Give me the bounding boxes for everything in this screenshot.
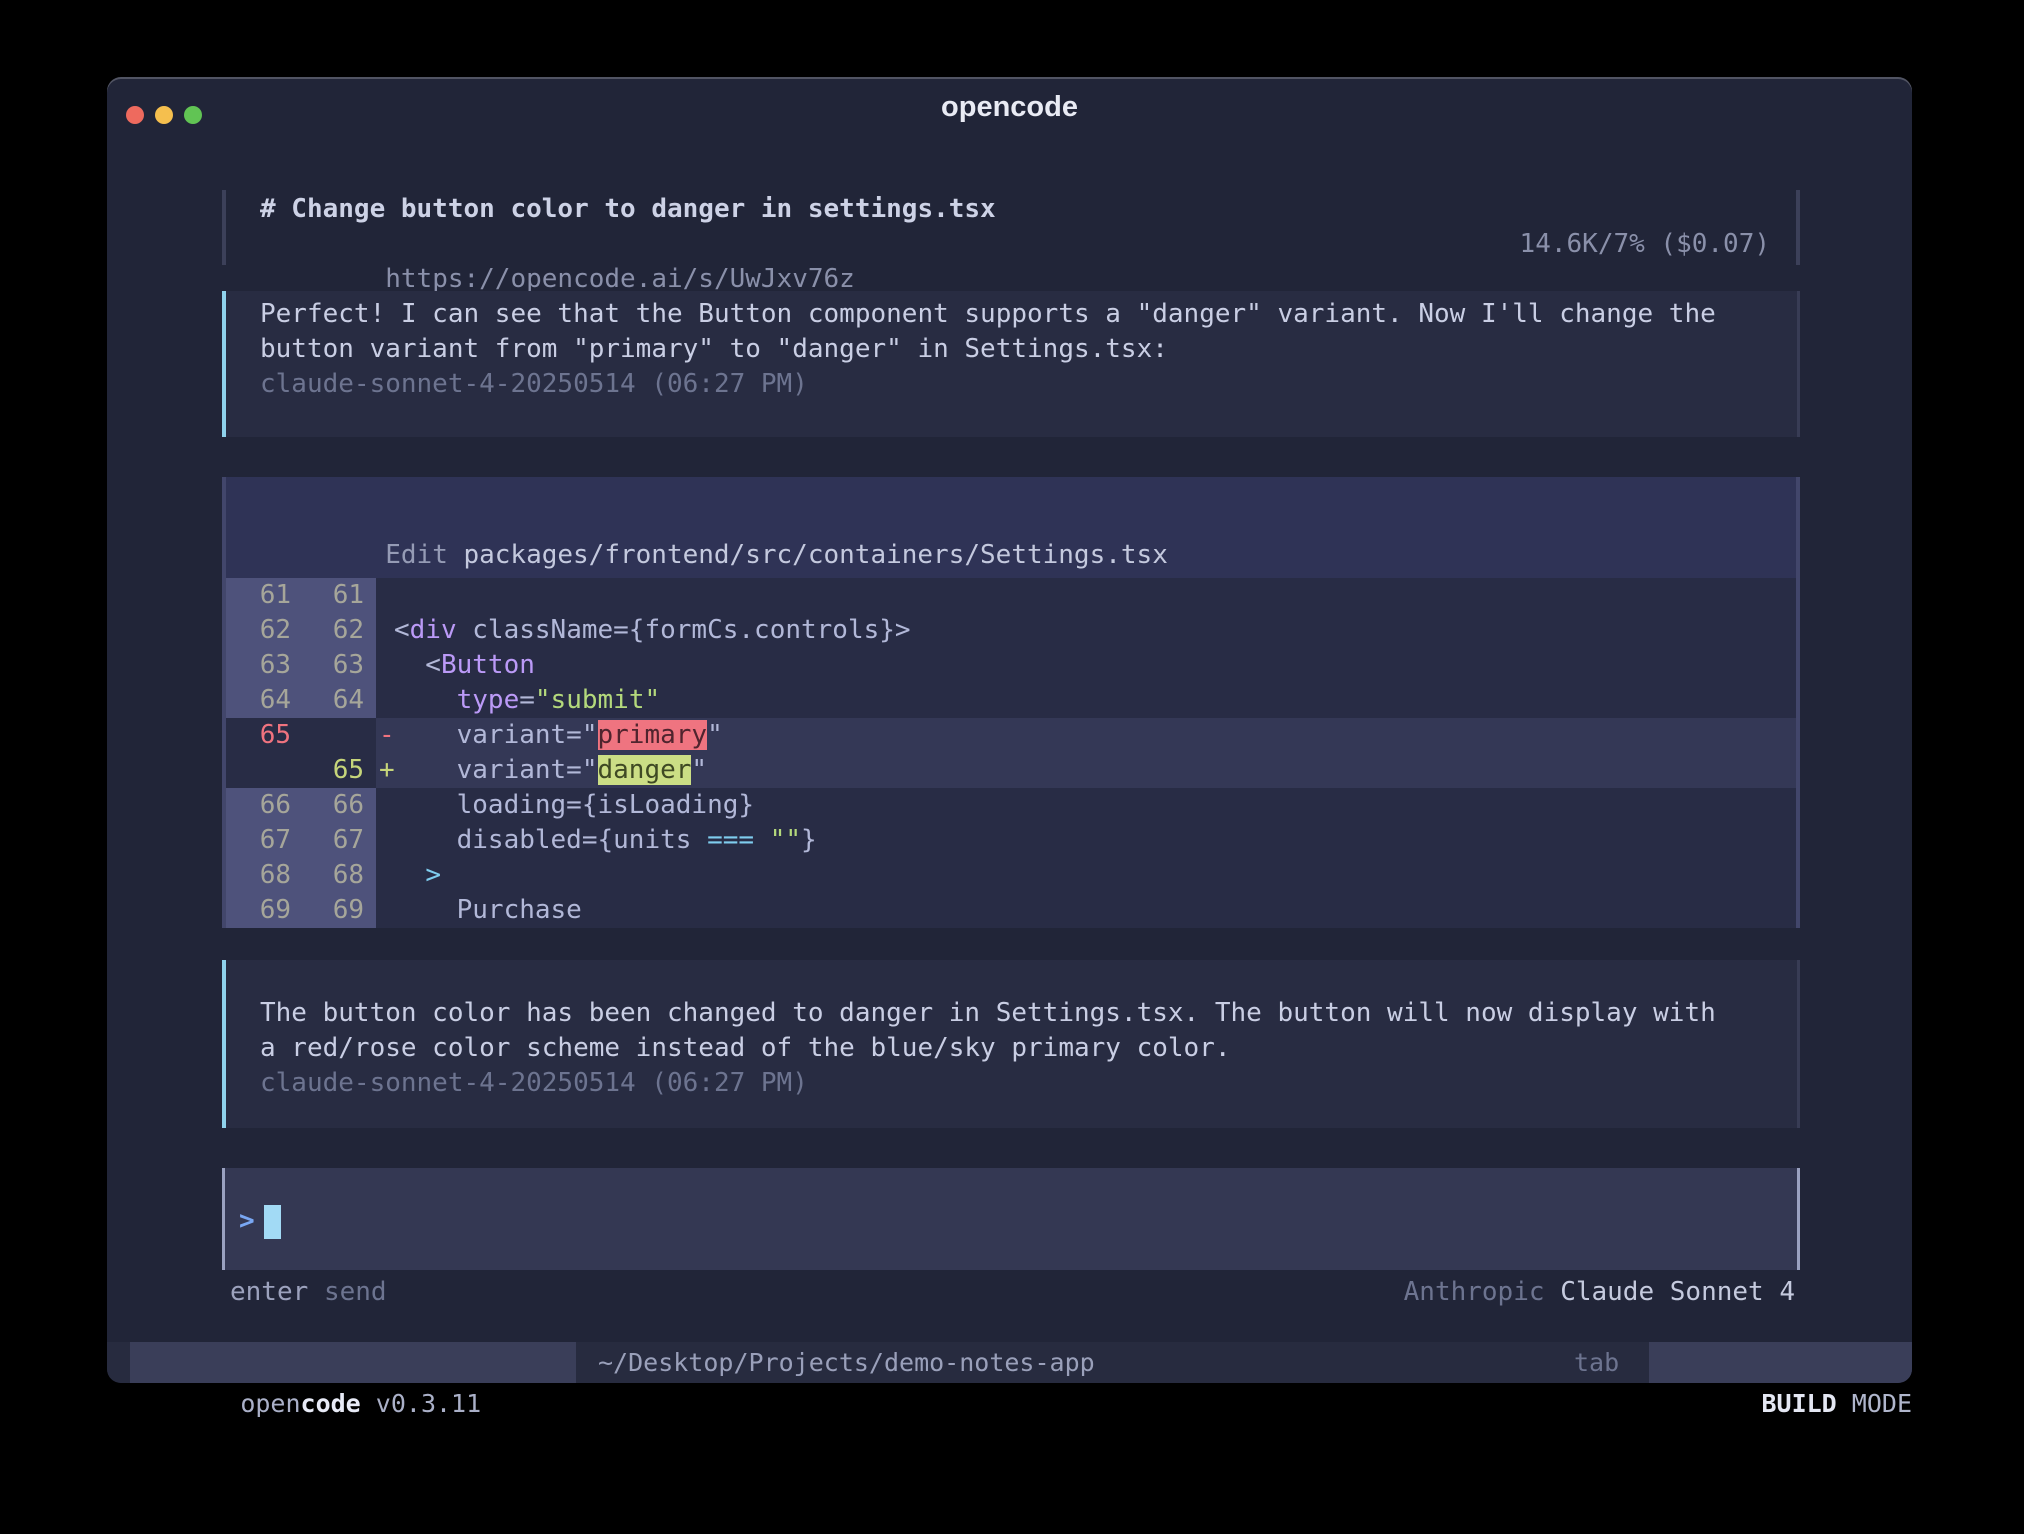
diff-row: 6363 <Button: [226, 648, 1796, 683]
diff-marker: [376, 858, 394, 893]
message-text-line: button variant from "primary" to "danger…: [260, 332, 1797, 367]
app-version-segment: opencode v0.3.11: [130, 1342, 576, 1383]
model-label: [1545, 1277, 1561, 1307]
diff-rows: 61616262 <div className={formCs.controls}…: [226, 578, 1796, 928]
diff-gutter: 6868: [226, 858, 376, 893]
diff-code-line: variant="primary": [394, 718, 723, 753]
text-cursor: [264, 1205, 281, 1239]
edit-tool-card: Edit packages/frontend/src/containers/Set…: [222, 477, 1800, 928]
token-usage: 14.6K/7% ($0.07): [1520, 227, 1770, 262]
diff-marker: [376, 823, 394, 858]
diff-marker: [376, 613, 394, 648]
status-bar: opencode v0.3.11 ~/Desktop/Projects/demo…: [107, 1342, 1912, 1383]
diff-marker: [376, 578, 394, 613]
mode-toggle[interactable]: BUILD MODE: [1649, 1342, 1912, 1383]
diff-row: 6262 <div className={formCs.controls}>: [226, 613, 1796, 648]
send-action-hint: send: [324, 1277, 387, 1307]
diff-gutter: 6464: [226, 683, 376, 718]
app-name-code: code: [301, 1389, 361, 1418]
diff-gutter: 6363: [226, 648, 376, 683]
diff-gutter: 65: [226, 718, 376, 753]
diff-row: 65+ variant="danger": [226, 753, 1796, 788]
diff-marker: +: [376, 753, 394, 788]
app-name-open: open: [240, 1389, 300, 1418]
diff-gutter: 6767: [226, 823, 376, 858]
enter-key-hint: enter: [230, 1277, 308, 1307]
diff-code-line: Purchase: [394, 893, 582, 928]
opencode-window: opencode # Change button color to danger…: [107, 77, 1912, 1383]
diff-gutter: 6262: [226, 613, 376, 648]
diff-marker: -: [376, 718, 394, 753]
send-action-hint: [308, 1277, 324, 1307]
assistant-message-2: The button color has been changed to dan…: [222, 960, 1800, 1128]
diff-row: 6464 type="submit": [226, 683, 1796, 718]
provider-label: Anthropic: [1404, 1277, 1545, 1307]
prompt-input[interactable]: >: [222, 1168, 1800, 1270]
diff-code-line: loading={isLoading}: [394, 788, 754, 823]
diff-row: 6767 disabled={units === ""}: [226, 823, 1796, 858]
diff-marker: [376, 683, 394, 718]
mode-suffix: MODE: [1837, 1389, 1912, 1418]
tool-action-label: Edit: [385, 540, 448, 570]
diff-row: 6969 Purchase: [226, 893, 1796, 928]
message-text-line: The button color has been changed to dan…: [260, 996, 1797, 1031]
share-url-link[interactable]: https://opencode.ai/s/UwJxv76z: [385, 264, 855, 294]
app-version: v0.3.11: [361, 1389, 481, 1418]
diff-marker: [376, 648, 394, 683]
tab-key-hint: tab: [1574, 1342, 1619, 1383]
session-title: # Change button color to danger in setti…: [260, 192, 1770, 227]
working-directory: ~/Desktop/Projects/demo-notes-app: [598, 1342, 1574, 1383]
edit-tool-header: Edit packages/frontend/src/containers/Set…: [226, 477, 1796, 578]
diff-row: 6666 loading={isLoading}: [226, 788, 1796, 823]
diff-code-line: >: [394, 858, 441, 893]
model-timestamp: claude-sonnet-4-20250514 (06:27 PM): [260, 1066, 1797, 1101]
session-header: # Change button color to danger in setti…: [222, 190, 1800, 265]
mode-name: BUILD: [1761, 1389, 1836, 1418]
diff-code-line: disabled={units === ""}: [394, 823, 817, 858]
window-title: opencode: [107, 91, 1912, 124]
diff-row: 6161: [226, 578, 1796, 613]
diff-code-line: <div className={formCs.controls}>: [394, 613, 911, 648]
diff-code-line: type="submit": [394, 683, 660, 718]
assistant-message-1: Perfect! I can see that the Button compo…: [222, 291, 1800, 437]
footer-hints: enter send Anthropic Claude Sonnet 4: [230, 1275, 1795, 1310]
message-text-line: a red/rose color scheme instead of the b…: [260, 1031, 1797, 1066]
diff-marker: [376, 893, 394, 928]
diff-code-line: variant="danger": [394, 753, 707, 788]
diff-code-line: <Button: [394, 648, 535, 683]
diff-row: 6868 >: [226, 858, 1796, 893]
message-text-line: Perfect! I can see that the Button compo…: [260, 297, 1797, 332]
model-timestamp: claude-sonnet-4-20250514 (06:27 PM): [260, 367, 1797, 402]
prompt-symbol: >: [239, 1204, 255, 1239]
diff-gutter: 6666: [226, 788, 376, 823]
model-label[interactable]: Claude Sonnet 4: [1560, 1277, 1795, 1307]
diff-marker: [376, 788, 394, 823]
diff-gutter: 6969: [226, 893, 376, 928]
edited-file-path: packages/frontend/src/containers/Setting…: [463, 540, 1167, 570]
titlebar: opencode: [107, 77, 1912, 147]
diff-gutter: 6161: [226, 578, 376, 613]
diff-row: 65- variant="primary": [226, 718, 1796, 753]
diff-gutter: 65: [226, 753, 376, 788]
